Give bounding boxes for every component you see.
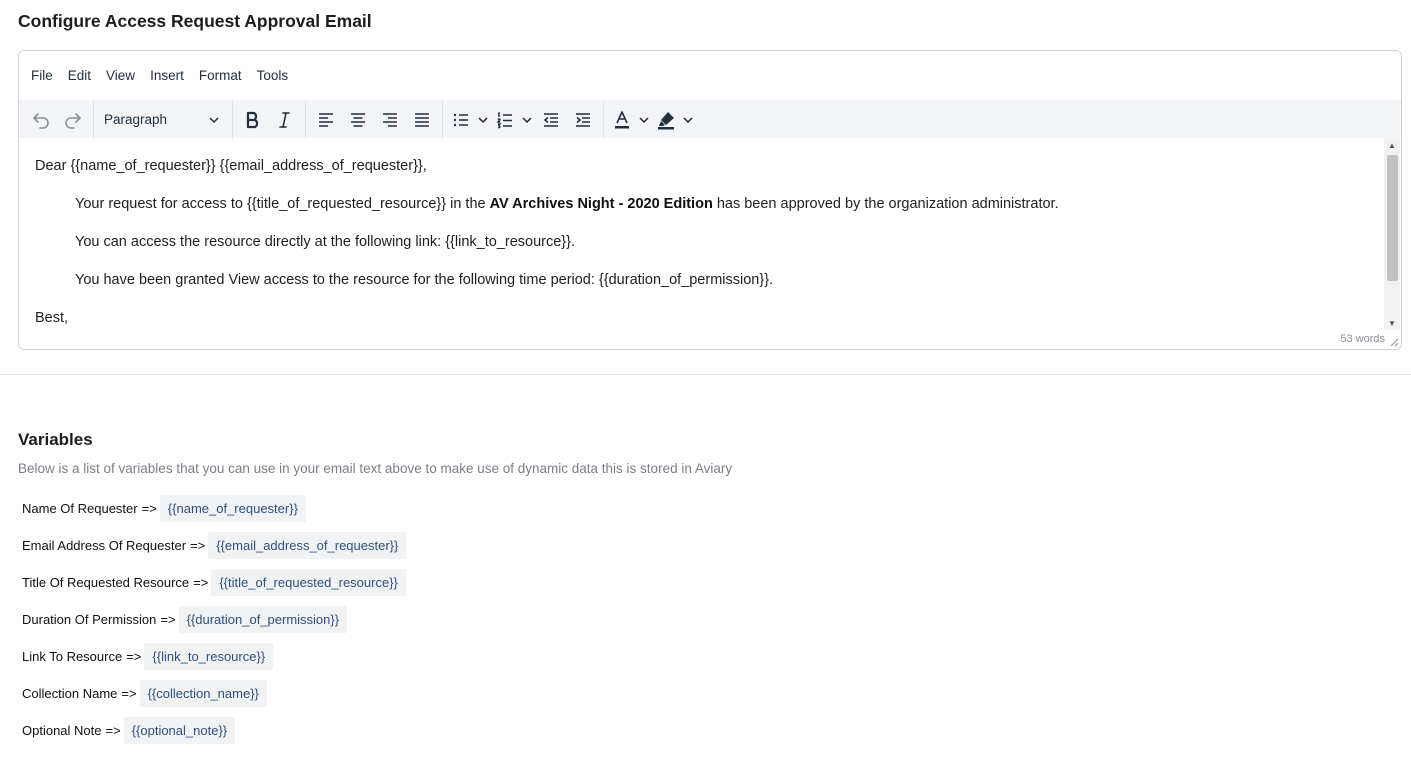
variable-row: Duration Of Permission => {{duration_of_… [18, 606, 406, 643]
variable-label: Collection Name [22, 686, 118, 701]
variable-token[interactable]: {{title_of_requested_resource}} [211, 569, 406, 596]
variable-token[interactable]: {{name_of_requester}} [159, 495, 306, 522]
email-paragraph-approval: Your request for access to {{title_of_re… [35, 194, 1369, 214]
variable-arrow: => [190, 538, 206, 553]
italic-button[interactable] [269, 105, 301, 135]
variable-row: Email Address Of Requester => {{email_ad… [18, 532, 407, 569]
email-paragraph-duration: You have been granted View access to the… [75, 272, 774, 288]
section-divider [0, 374, 1411, 375]
indent-icon [576, 112, 590, 127]
chevron-down-icon [639, 116, 649, 123]
variable-arrow: => [126, 649, 142, 664]
variable-arrow: => [105, 723, 121, 738]
page-title: Configure Access Request Approval Email [18, 11, 372, 31]
resize-handle-icon[interactable] [1389, 337, 1399, 347]
variable-row: Name Of Requester => {{name_of_requester… [18, 495, 406, 532]
variable-arrow: => [121, 686, 137, 701]
bullet-list-icon [453, 113, 468, 126]
outdent-button[interactable] [535, 105, 567, 135]
chevron-down-icon [683, 116, 693, 123]
align-left-button[interactable] [310, 105, 342, 135]
approval-text-after: has been approved by the organization ad… [712, 196, 1059, 212]
highlight-color-button[interactable] [652, 105, 696, 135]
toolbar-separator [305, 100, 306, 139]
variable-token[interactable]: {{email_address_of_requester}} [208, 532, 407, 559]
align-justify-icon [415, 112, 429, 127]
menu-tools[interactable]: Tools [257, 68, 289, 83]
variable-token[interactable]: {{link_to_resource}} [144, 643, 274, 670]
scroll-thumb[interactable] [1387, 155, 1398, 281]
menu-file[interactable]: File [31, 68, 53, 83]
variable-arrow: => [193, 575, 209, 590]
align-right-icon [383, 112, 397, 127]
highlighter-icon [658, 111, 674, 129]
variable-row: Optional Note => {{optional_note}} [18, 717, 406, 754]
rich-text-editor[interactable]: File Edit View Insert Format Tools Parag… [18, 50, 1402, 350]
editor-toolbar: Paragraph [19, 100, 1401, 139]
word-count[interactable]: 53 words [1340, 333, 1385, 345]
align-right-button[interactable] [374, 105, 406, 135]
variable-token[interactable]: {{collection_name}} [139, 680, 267, 707]
toolbar-separator [603, 100, 604, 139]
numbered-list-icon [496, 111, 512, 128]
redo-button[interactable] [57, 105, 89, 135]
variable-label: Title Of Requested Resource [22, 575, 190, 590]
email-closing: Best, [35, 310, 69, 324]
align-justify-button[interactable] [406, 105, 438, 135]
redo-icon [65, 112, 81, 129]
block-format-value: Paragraph [104, 112, 168, 127]
menu-edit[interactable]: Edit [68, 68, 91, 83]
variable-token[interactable]: {{duration_of_permission}} [178, 606, 348, 633]
collection-name-bold: AV Archives Night - 2020 Edition [489, 196, 713, 212]
menu-format[interactable]: Format [199, 68, 242, 83]
toolbar-separator [442, 100, 443, 139]
variable-label: Optional Note [22, 723, 102, 738]
outdent-icon [543, 112, 558, 127]
text-color-button[interactable] [608, 105, 652, 135]
variable-row: Title Of Requested Resource => {{title_o… [18, 569, 406, 606]
approval-text-before: Your request for access to {{title_of_re… [75, 196, 490, 212]
bullet-list-button[interactable] [447, 105, 491, 135]
bold-icon [246, 111, 259, 128]
bold-button[interactable] [237, 105, 269, 135]
undo-button[interactable] [25, 105, 57, 135]
scroll-up-arrow-icon[interactable]: ▲ [1384, 138, 1400, 152]
editor-scrollbar[interactable]: ▲ ▼ [1384, 138, 1400, 330]
align-center-button[interactable] [342, 105, 374, 135]
variable-arrow: => [141, 501, 157, 516]
text-color-icon [615, 110, 629, 128]
chevron-down-icon [478, 116, 488, 123]
email-paragraph-link: You can access the resource directly at … [75, 234, 576, 250]
numbered-list-button[interactable] [491, 105, 535, 135]
menu-insert[interactable]: Insert [150, 68, 184, 83]
variable-row: Link To Resource => {{link_to_resource}} [18, 643, 406, 680]
toolbar-separator [93, 100, 94, 139]
chevron-down-icon [522, 116, 532, 123]
variable-arrow: => [160, 612, 176, 627]
variable-label: Email Address Of Requester [22, 538, 187, 553]
align-left-icon [319, 112, 333, 127]
undo-icon [33, 112, 49, 129]
variable-token[interactable]: {{optional_note}} [123, 717, 236, 744]
email-greeting: Dear {{name_of_requester}} {{email_addre… [35, 158, 427, 174]
align-center-icon [351, 112, 365, 127]
scroll-down-arrow-icon[interactable]: ▼ [1384, 316, 1400, 330]
chevron-down-icon [209, 116, 219, 123]
editor-statusbar: 53 words [19, 329, 1401, 349]
block-format-select[interactable]: Paragraph [98, 105, 228, 135]
variable-label: Duration Of Permission [22, 612, 157, 627]
variable-row: Collection Name => {{collection_name}} [18, 680, 406, 717]
variable-label: Name Of Requester [22, 501, 138, 516]
variables-title: Variables [18, 430, 93, 449]
variable-label: Link To Resource [22, 649, 123, 664]
menu-view[interactable]: View [106, 68, 135, 83]
indent-button[interactable] [567, 105, 599, 135]
variables-list: Name Of Requester => {{name_of_requester… [18, 495, 407, 754]
toolbar-separator [232, 100, 233, 139]
editor-menubar: File Edit View Insert Format Tools [19, 51, 1401, 100]
editor-content[interactable]: Dear {{name_of_requester}} {{email_addre… [19, 138, 1385, 324]
italic-icon [279, 111, 290, 128]
variables-description: Below is a list of variables that you ca… [18, 461, 733, 476]
